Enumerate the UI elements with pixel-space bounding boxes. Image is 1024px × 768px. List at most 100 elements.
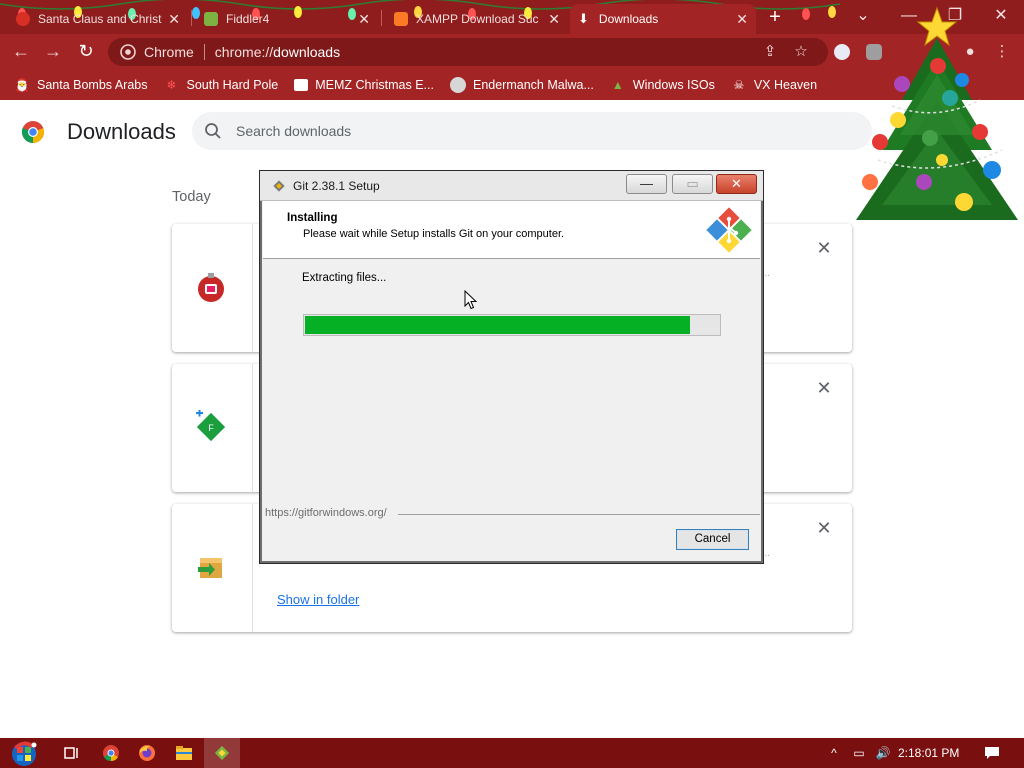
taskbar-chrome-button[interactable] [93, 738, 129, 768]
reload-button[interactable]: ↻ [73, 40, 99, 64]
search-input[interactable] [236, 123, 796, 139]
setup-status-text: Extracting files... [302, 272, 387, 284]
tab-xampp[interactable]: XAMPP Download Suc ✕ [386, 4, 568, 34]
mouse-cursor-icon [464, 290, 478, 310]
forward-button[interactable]: → [40, 40, 66, 64]
snowflake-icon: ❄ [166, 78, 177, 92]
cancel-button[interactable]: Cancel [676, 529, 749, 550]
network-icon[interactable]: ▭ [850, 738, 868, 768]
christmas-tree-decoration [856, 6, 1018, 220]
git-diamond-icon [273, 180, 285, 192]
taskbar-clock[interactable]: 2:18:01 PM [898, 746, 959, 760]
setup-maximize-button: ▭ [672, 174, 713, 194]
bookmark-windows-isos[interactable]: ▲ Windows ISOs [610, 77, 715, 93]
card-divider [252, 504, 253, 632]
chrome-logo-icon [21, 121, 45, 143]
bookmark-endermanch[interactable]: Endermanch Malwa... [449, 77, 594, 93]
card-divider [252, 224, 253, 352]
setup-window-title: Git 2.38.1 Setup [293, 179, 380, 193]
omnibox-url: chrome://downloads [214, 44, 341, 60]
ornament-icon [198, 273, 224, 302]
bookmark-label: MEMZ Christmas E... [315, 78, 434, 92]
bookmark-label: Endermanch Malwa... [472, 78, 594, 92]
notification-icon [985, 747, 999, 759]
truncated-text: .. [764, 548, 770, 559]
setup-footer-rule [398, 514, 760, 515]
setup-subheading: Please wait while Setup installs Git on … [303, 228, 565, 240]
start-button[interactable] [6, 738, 42, 768]
tab-title: XAMPP Download Suc [416, 12, 539, 26]
bookmark-label: Windows ISOs [632, 78, 715, 92]
chrome-icon [103, 745, 119, 762]
bookmark-label: VX Heaven [753, 78, 818, 92]
task-view-button[interactable] [54, 738, 90, 768]
setup-website-url: https://gitforwindows.org/ [265, 507, 387, 519]
fiddler-icon: F [196, 410, 226, 442]
bookmark-memz[interactable]: MEMZ Christmas E... [294, 78, 434, 92]
search-downloads-bar[interactable] [192, 112, 872, 150]
git-setup-window: Git 2.38.1 Setup — ▭ ✕ Installing Please… [259, 170, 764, 564]
tab-title: Santa Claus and Christ [38, 12, 162, 26]
chrome-site-icon [120, 44, 136, 60]
omnibox-site-label: Chrome [144, 44, 194, 60]
bookmark-south-hard-pole[interactable]: ❄ South Hard Pole [163, 77, 278, 93]
search-icon [205, 123, 221, 139]
share-icon[interactable]: ⇪ [760, 42, 780, 62]
taskbar-git-setup-button[interactable] [204, 738, 240, 768]
close-tab-icon[interactable]: ✕ [168, 11, 180, 28]
download-arrow-icon: ⬇ [578, 11, 589, 26]
volume-icon[interactable]: 🔊 [874, 738, 892, 768]
date-group-label: Today [172, 189, 211, 205]
setup-titlebar[interactable]: Git 2.38.1 Setup — ▭ ✕ [260, 171, 763, 201]
show-in-folder-link[interactable]: Show in folder [277, 592, 359, 607]
close-tab-icon[interactable]: ✕ [548, 11, 560, 28]
bookmark-santa-bombs[interactable]: 🎅 Santa Bombs Arabs [14, 77, 148, 93]
install-progress-bar [303, 314, 721, 336]
tab-separator [381, 10, 382, 26]
tab-downloads[interactable]: ⬇ Downloads ✕ [570, 4, 756, 34]
tab-title: Fiddler4 [226, 12, 270, 26]
svg-text:F: F [208, 423, 214, 433]
close-tab-icon[interactable]: ✕ [736, 11, 748, 28]
tab-santa-claus[interactable]: Santa Claus and Christ ✕ [8, 4, 188, 34]
tab-fiddler[interactable]: Fiddler4 ✕ [196, 4, 378, 34]
bookmark-label: South Hard Pole [186, 78, 279, 92]
remove-download-button[interactable]: ✕ [814, 238, 834, 258]
taskbar-firefox-button[interactable] [129, 738, 165, 768]
tab-title: Downloads [598, 12, 659, 26]
bookmark-label: Santa Bombs Arabs [37, 78, 148, 92]
task-view-icon [64, 747, 78, 759]
bookmark-star-icon[interactable]: ☆ [791, 42, 811, 62]
firefox-icon [139, 745, 155, 761]
truncated-text: .. [764, 268, 770, 279]
santa-favicon-icon [16, 12, 30, 26]
page-title: Downloads [67, 119, 176, 144]
fiddler-favicon-icon [204, 12, 218, 26]
back-button[interactable]: ← [8, 40, 34, 64]
card-divider [252, 364, 253, 492]
file-explorer-icon [176, 746, 192, 760]
remove-download-button[interactable]: ✕ [814, 518, 834, 538]
tab-separator [191, 10, 192, 26]
remove-download-button[interactable]: ✕ [814, 378, 834, 398]
bookmark-vx-heaven[interactable]: ☠ VX Heaven [731, 77, 817, 93]
setup-heading: Installing [287, 212, 338, 224]
taskbar-file-explorer-button[interactable] [166, 738, 202, 768]
windows-taskbar: ^ ▭ 🔊 2:18:01 PM [0, 738, 1024, 768]
xampp-favicon-icon [394, 12, 408, 26]
action-center-icon[interactable] [982, 738, 1002, 768]
git-for-windows-logo-icon [706, 207, 752, 253]
setup-close-button[interactable]: ✕ [716, 174, 757, 194]
omnibox-divider [203, 44, 205, 60]
show-hidden-icons-button[interactable]: ^ [826, 738, 842, 768]
setup-minimize-button[interactable]: — [626, 174, 667, 194]
address-bar[interactable]: Chrome chrome://downloads [108, 38, 828, 66]
setup-header-panel: Installing Please wait while Setup insta… [263, 201, 760, 259]
santa-icon: 🎅 [14, 78, 30, 92]
close-tab-icon[interactable]: ✕ [358, 11, 370, 28]
start-orb-icon [12, 741, 37, 766]
progress-bar-fill [305, 316, 690, 334]
new-tab-button[interactable]: + [762, 6, 788, 30]
git-setup-icon [214, 745, 230, 761]
installer-icon [198, 558, 222, 578]
